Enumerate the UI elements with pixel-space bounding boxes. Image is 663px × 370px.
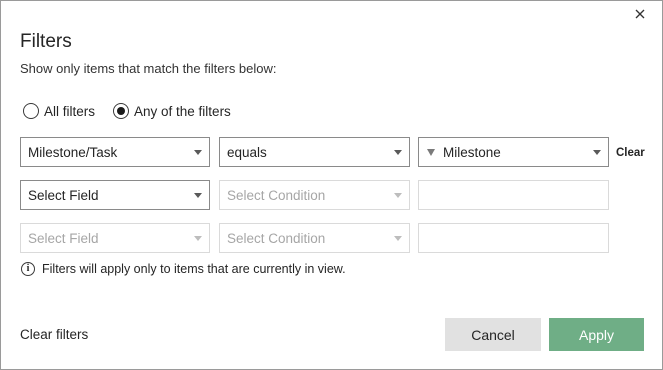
row1-condition-value: equals <box>227 144 267 160</box>
row1-condition-select[interactable]: equals <box>219 137 410 167</box>
row2-field-select[interactable]: Select Field <box>20 180 210 210</box>
row3-condition-value: Select Condition <box>227 230 326 246</box>
dialog-title: Filters <box>20 31 72 52</box>
match-mode-group: All filters Any of the filters <box>23 101 231 121</box>
row2-condition-select: Select Condition <box>219 180 410 210</box>
dialog-subtitle: Show only items that match the filters b… <box>20 61 277 76</box>
radio-all-filters-label: All filters <box>44 103 96 119</box>
chevron-down-icon[interactable] <box>194 193 202 198</box>
radio-any-filters[interactable]: Any of the filters <box>113 103 231 119</box>
chevron-down-icon <box>394 236 402 241</box>
row3-condition-select: Select Condition <box>219 223 410 253</box>
row1-value-text: Milestone <box>443 144 501 160</box>
chevron-down-icon[interactable] <box>593 150 601 155</box>
row2-value-input <box>418 180 609 210</box>
row2-field-value: Select Field <box>28 187 99 203</box>
radio-button-icon[interactable] <box>23 103 39 119</box>
info-icon: i <box>21 262 35 276</box>
row1-field-value: Milestone/Task <box>28 144 118 160</box>
row3-value-input <box>418 223 609 253</box>
filters-dialog: Filters Show only items that match the f… <box>0 0 663 370</box>
chevron-down-icon <box>394 193 402 198</box>
info-note: i Filters will apply only to items that … <box>21 262 346 276</box>
row3-field-value: Select Field <box>28 230 99 246</box>
close-icon[interactable] <box>632 6 648 22</box>
row1-field-select[interactable]: Milestone/Task <box>20 137 210 167</box>
chevron-down-icon[interactable] <box>194 150 202 155</box>
radio-all-filters[interactable]: All filters <box>23 103 95 119</box>
chevron-down-icon[interactable] <box>394 150 402 155</box>
row2-condition-value: Select Condition <box>227 187 326 203</box>
apply-button[interactable]: Apply <box>549 318 644 351</box>
funnel-icon <box>427 148 435 156</box>
row3-field-select: Select Field <box>20 223 210 253</box>
cancel-button[interactable]: Cancel <box>445 318 541 351</box>
radio-button-selected-icon[interactable] <box>113 103 130 119</box>
radio-any-filters-label: Any of the filters <box>134 103 231 119</box>
info-text: Filters will apply only to items that ar… <box>42 262 346 276</box>
clear-filters-link[interactable]: Clear filters <box>20 327 88 342</box>
chevron-down-icon <box>194 236 202 241</box>
row1-clear-link[interactable]: Clear <box>616 147 645 159</box>
row1-value-select[interactable]: Milestone <box>418 137 609 167</box>
